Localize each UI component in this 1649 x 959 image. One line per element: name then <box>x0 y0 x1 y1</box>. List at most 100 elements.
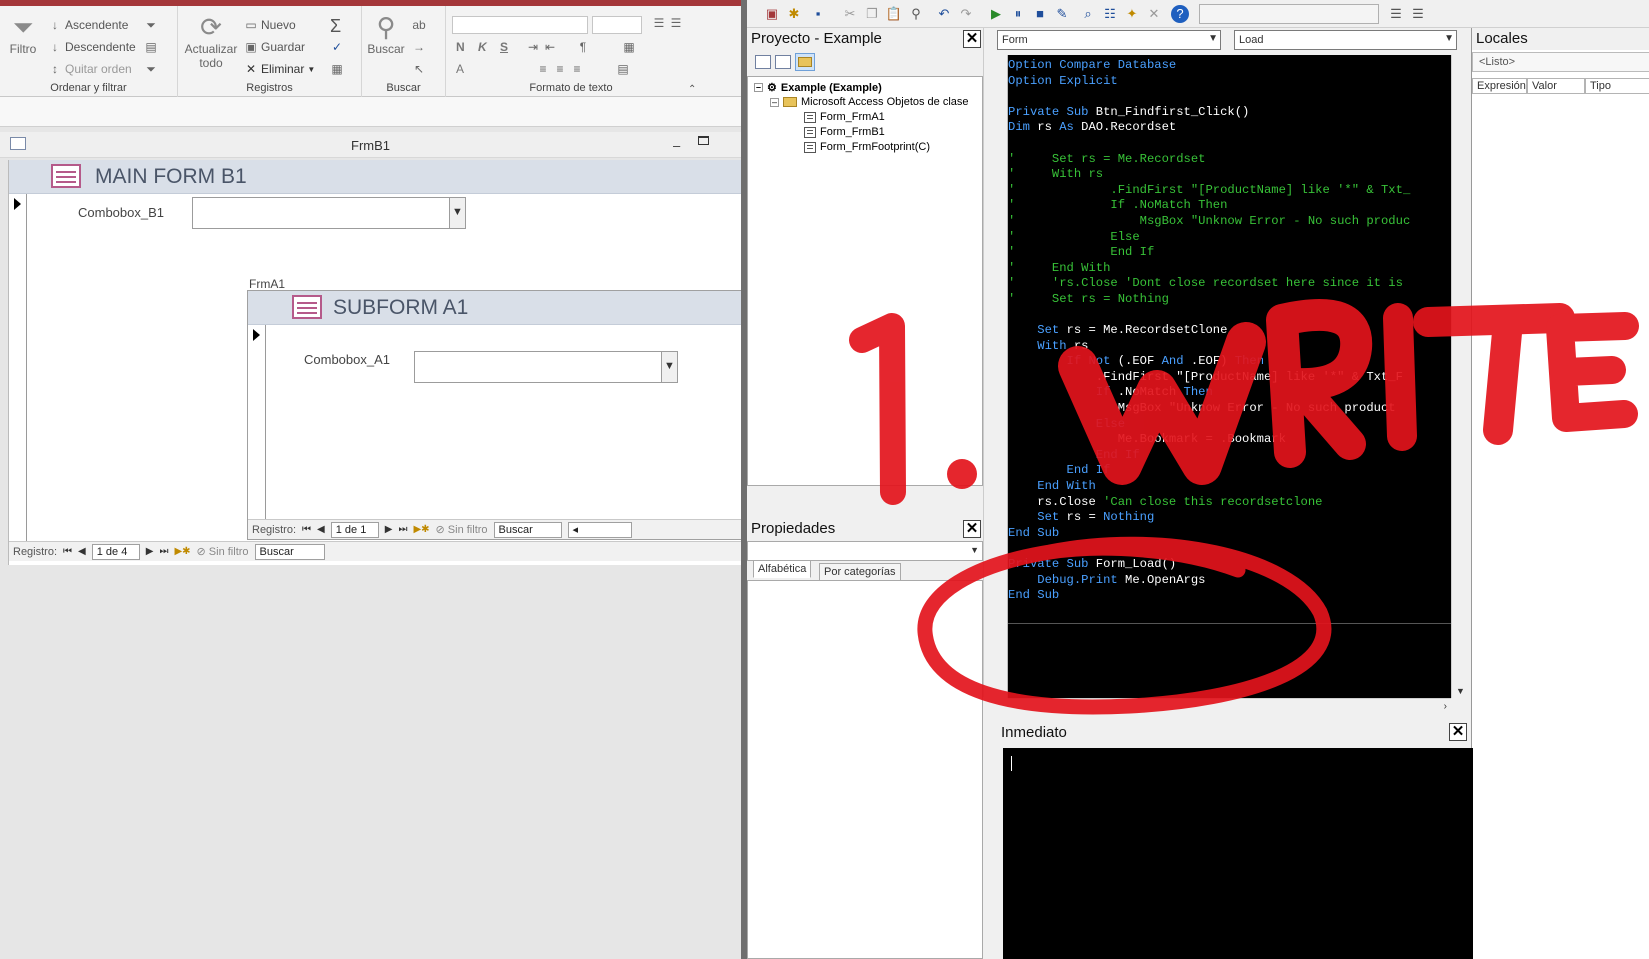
locals-column-type[interactable]: Tipo <box>1585 78 1649 94</box>
bullets-button[interactable]: ☰ ☰ <box>652 16 683 30</box>
cut-icon[interactable]: ✂ <box>841 5 859 23</box>
first-record-button[interactable]: ⏮ <box>302 524 311 535</box>
locals-column-value[interactable]: Valor <box>1527 78 1585 94</box>
sort-ascending-button[interactable]: ↓ Ascendente <box>48 18 128 32</box>
code-line[interactable]: End If <box>1008 448 1451 464</box>
view-access-icon[interactable]: ▣ <box>763 5 781 23</box>
indent-icon[interactable]: ☰ <box>1387 5 1405 23</box>
code-line[interactable]: ' Set rs = Nothing <box>1008 292 1451 308</box>
reset-icon[interactable]: ■ <box>1031 5 1049 23</box>
tree-item-form-frmb1[interactable]: Form_FrmB1 <box>804 126 885 138</box>
redo-icon[interactable]: ↷ <box>957 5 975 23</box>
code-line[interactable]: ' Set rs = Me.Recordset <box>1008 152 1451 168</box>
view-object-icon[interactable] <box>775 55 791 69</box>
first-record-button[interactable]: ⏮ <box>63 546 72 557</box>
previous-record-button[interactable]: ◀ <box>78 546 86 557</box>
break-icon[interactable]: ⏸ <box>1009 5 1027 23</box>
object-combo[interactable]: Form ▼ <box>997 30 1221 50</box>
code-line[interactable]: End Sub <box>1008 588 1451 604</box>
font-size-select[interactable] <box>592 16 642 34</box>
insert-module-icon[interactable]: ✱ <box>785 5 803 23</box>
previous-record-button[interactable]: ◀ <box>317 524 325 535</box>
last-record-button[interactable]: ⏭ <box>398 524 407 535</box>
copy-icon[interactable]: ❐ <box>863 5 881 23</box>
code-line[interactable]: End With <box>1008 479 1451 495</box>
procedure-combo[interactable]: Load ▼ <box>1234 30 1457 50</box>
combobox-a1[interactable]: ▼ <box>414 351 678 383</box>
code-line[interactable]: If Not (.EOF And .EOF) Then <box>1008 354 1451 370</box>
chevron-down-icon[interactable]: ▼ <box>449 198 465 228</box>
properties-icon[interactable]: ☷ <box>1101 5 1119 23</box>
bold-button[interactable]: N <box>456 40 465 54</box>
chevron-right-icon[interactable]: › <box>1444 701 1447 712</box>
toggle-folders-icon[interactable] <box>795 53 815 71</box>
close-properties-pane-button[interactable]: ✕ <box>963 520 981 538</box>
code-line[interactable]: Debug.Print Me.OpenArgs <box>1008 573 1451 589</box>
code-line[interactable]: ' .FindFirst "[ProductName] like '*" & T… <box>1008 183 1451 199</box>
chevron-down-icon[interactable]: ▼ <box>1208 33 1218 44</box>
code-line[interactable]: ' If .NoMatch Then <box>1008 198 1451 214</box>
tree-item-form-frmfootprint[interactable]: Form_FrmFootprint(C) <box>804 141 930 153</box>
more-button[interactable]: ▦ <box>330 62 344 76</box>
toolbox-icon[interactable]: ✕ <box>1145 5 1163 23</box>
collapse-icon[interactable]: – <box>754 83 763 92</box>
save-icon[interactable]: ▪ <box>809 5 827 23</box>
code-line[interactable]: Set rs = Nothing <box>1008 510 1451 526</box>
collapse-ribbon-button[interactable]: ⌃ <box>688 84 696 95</box>
code-line[interactable]: Else <box>1008 417 1451 433</box>
tab-alphabetic[interactable]: Alfabética <box>753 560 812 578</box>
undo-icon[interactable]: ↶ <box>935 5 953 23</box>
code-line[interactable] <box>1008 136 1451 152</box>
project-explorer-icon[interactable]: ⌕ <box>1079 5 1097 23</box>
code-line[interactable]: End Sub <box>1008 526 1451 542</box>
code-line[interactable]: Private Sub Btn_Findfirst_Click() <box>1008 105 1451 121</box>
delete-record-button[interactable]: ✕ Eliminar ▼ <box>244 62 315 76</box>
search-field[interactable]: Buscar <box>254 543 325 560</box>
find-icon[interactable]: ⚲ <box>907 5 925 23</box>
toggle-filter-button[interactable]: ⏷ <box>144 62 158 76</box>
replace-button[interactable]: ab <box>412 18 426 32</box>
new-record-nav-button[interactable]: ▶✱ <box>174 546 190 557</box>
code-line[interactable]: MsgBox "Unknow Error - No such product <box>1008 401 1451 417</box>
code-line[interactable]: ' MsgBox "Unknow Error - No such produc <box>1008 214 1451 230</box>
save-record-button[interactable]: ▣ Guardar <box>244 40 305 54</box>
code-line[interactable]: Private Sub Form_Load() <box>1008 557 1451 573</box>
record-position-field[interactable]: 1 de 4 <box>91 543 140 560</box>
minimize-button[interactable]: – <box>673 138 680 153</box>
code-line[interactable]: If .NoMatch Then <box>1008 385 1451 401</box>
close-project-pane-button[interactable]: ✕ <box>963 30 981 48</box>
design-mode-icon[interactable]: ✎ <box>1053 5 1071 23</box>
find-button[interactable]: ⚲ Buscar <box>366 12 406 56</box>
font-color-button[interactable]: A <box>456 62 464 76</box>
code-line[interactable]: ' 'rs.Close 'Dont close recordset here s… <box>1008 276 1451 292</box>
paste-icon[interactable]: 📋 <box>885 5 903 23</box>
outdent-icon[interactable]: ☰ <box>1409 5 1427 23</box>
last-record-button[interactable]: ⏭ <box>159 546 168 557</box>
code-line[interactable]: With rs <box>1008 339 1451 355</box>
goto-button[interactable]: → <box>412 40 426 54</box>
select-button[interactable]: ↖ <box>412 62 426 76</box>
code-vertical-scrollbar[interactable]: ▼ <box>1451 55 1468 698</box>
code-line[interactable]: Option Explicit <box>1008 74 1451 90</box>
code-line[interactable]: ' End If <box>1008 245 1451 261</box>
alt-fill-button[interactable]: ▤ <box>616 62 630 76</box>
tree-item-form-frma1[interactable]: Form_FrmA1 <box>804 111 885 123</box>
code-horizontal-scrollbar[interactable]: › <box>1008 698 1451 715</box>
chevron-down-icon[interactable]: ▼ <box>970 545 979 555</box>
refresh-all-button[interactable]: ⟳ Actualizar todo <box>182 12 240 70</box>
main-record-selector[interactable] <box>9 194 27 541</box>
properties-object-select[interactable]: ▼ <box>747 541 983 561</box>
align-buttons[interactable]: ≡ ≡ ≡ <box>536 62 584 76</box>
tree-root[interactable]: – ⚙ Example (Example) <box>754 81 882 94</box>
record-position-field[interactable]: 1 de 1 <box>330 521 379 538</box>
code-line[interactable]: ' End With <box>1008 261 1451 277</box>
code-line[interactable]: rs.Close 'Can close this recordsetclone <box>1008 495 1451 511</box>
code-line[interactable]: Set rs = Me.RecordsetClone <box>1008 323 1451 339</box>
code-line[interactable]: End If <box>1008 463 1451 479</box>
sort-descending-button[interactable]: ↓ Descendente <box>48 40 136 54</box>
code-line[interactable]: Dim rs As DAO.Recordset <box>1008 120 1451 136</box>
maximize-button[interactable] <box>698 136 709 145</box>
next-record-button[interactable]: ▶ <box>385 524 393 535</box>
font-name-select[interactable] <box>452 16 588 34</box>
chevron-down-icon[interactable]: ▼ <box>1456 686 1465 696</box>
